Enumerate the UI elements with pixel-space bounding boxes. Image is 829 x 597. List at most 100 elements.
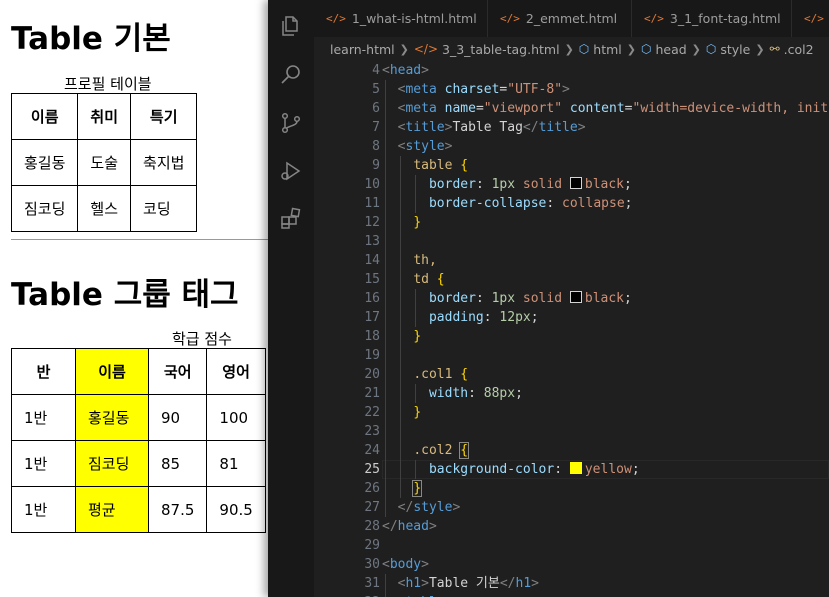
profile-header-cell: 이름: [10, 93, 79, 140]
code-line: .col2 {: [382, 441, 829, 460]
score-cell: 90: [147, 394, 208, 441]
run-debug-icon[interactable]: [278, 158, 304, 184]
tab-label: 1_what-is-html.html: [351, 11, 477, 26]
line-number: 15: [364, 272, 380, 287]
line-number: 28: [364, 519, 380, 534]
activity-bar: [268, 0, 314, 597]
code-line: }: [382, 479, 829, 498]
line-number: 12: [364, 215, 380, 230]
code-line: }: [382, 213, 829, 232]
tab-label: 2_emmet.html: [525, 11, 618, 26]
html-file-icon: </>: [804, 12, 824, 25]
profile-cell: 도술: [77, 139, 132, 186]
line-number: 22: [364, 405, 380, 420]
profile-header-cell: 특기: [130, 93, 198, 140]
code-line: table {: [382, 156, 829, 175]
code-line: <h1>Table 기본</h1>: [382, 574, 829, 593]
editor-tab[interactable]: </> 2_emmet.html: [488, 0, 632, 37]
score-header-cell-highlighted: 이름: [75, 348, 149, 395]
code-line: }: [382, 403, 829, 422]
profile-cell: 짐코딩: [10, 185, 79, 232]
line-number: 5: [372, 82, 380, 97]
browser-preview: Table 기본 프로필 테이블 이름 취미 특기 홍길동 도술 축지법 짐코딩…: [0, 0, 268, 597]
heading-table-group: Table 그룹 태그: [11, 277, 239, 313]
horizontal-rule: [11, 239, 268, 240]
code-line: border: 1px solid black;: [382, 175, 829, 194]
line-number: 8: [372, 139, 380, 154]
breadcrumb-item[interactable]: learn-html: [330, 42, 395, 57]
line-number: 18: [364, 329, 380, 344]
chevron-right-icon: ❯: [626, 42, 636, 56]
score-cell-highlighted: 짐코딩: [75, 440, 149, 487]
line-number-active: 25: [364, 462, 380, 477]
code-line: <meta charset="UTF-8">: [382, 80, 829, 99]
table-row: 1반 평균 87.5 90.5: [11, 486, 266, 533]
score-cell: 85: [147, 440, 208, 487]
code-line: [382, 346, 829, 365]
score-header-cell: 국어: [147, 348, 208, 395]
profile-cell: 헬스: [77, 185, 132, 232]
line-number: 26: [364, 481, 380, 496]
heading-table-basic: Table 기본: [11, 21, 171, 57]
score-cell: 1반: [11, 394, 76, 441]
color-swatch-yellow[interactable]: [569, 462, 582, 474]
line-number: 6: [372, 101, 380, 116]
code-line: .col1 {: [382, 365, 829, 384]
code-line: <meta name="viewport" content="width=dev…: [382, 99, 829, 118]
profile-table: 이름 취미 특기 홍길동 도술 축지법 짐코딩 헬스 코딩: [10, 93, 198, 232]
code-line: th,: [382, 251, 829, 270]
table-row: 짐코딩 헬스 코딩: [10, 185, 198, 232]
line-number: 31: [364, 576, 380, 591]
profile-table-caption: 프로필 테이블: [64, 75, 152, 93]
element-icon: ⬡: [578, 42, 590, 56]
color-swatch-black[interactable]: [569, 177, 582, 189]
profile-cell: 코딩: [130, 185, 198, 232]
breadcrumb-item[interactable]: style: [720, 42, 750, 57]
code-line-active: background-color: yellow;: [382, 460, 829, 479]
element-icon: ⬡: [705, 42, 717, 56]
breadcrumb-item[interactable]: html: [593, 42, 621, 57]
line-number: 30: [364, 557, 380, 572]
breadcrumb: learn-html ❯ </> 3_3_table-tag.html ❯ ⬡ …: [314, 37, 829, 61]
explorer-icon[interactable]: [278, 13, 304, 39]
profile-cell: 축지법: [130, 139, 198, 186]
line-number: 17: [364, 310, 380, 325]
code-line: <head>: [382, 63, 429, 78]
profile-cell: 홍길동: [10, 139, 79, 186]
breadcrumb-item[interactable]: .col2: [784, 42, 814, 57]
html-file-icon: </>: [644, 12, 664, 25]
extensions-icon[interactable]: [278, 206, 304, 232]
code-line: width: 88px;: [382, 384, 829, 403]
score-header-cell: 반: [11, 348, 76, 395]
code-line: [382, 232, 829, 251]
table-row: 이름 취미 특기: [10, 93, 198, 140]
source-control-icon[interactable]: [278, 110, 304, 136]
code-editor[interactable]: 4 5 6 7 8 9 10 11 12 13 14 15 16 17 18 1…: [314, 61, 829, 597]
search-icon[interactable]: [278, 61, 304, 87]
editor-tab-overflow[interactable]: </>: [792, 0, 829, 37]
code-line: <style>: [382, 137, 829, 156]
line-number: 29: [364, 538, 380, 553]
html-file-icon: </>: [500, 12, 520, 25]
breadcrumb-item[interactable]: 3_3_table-tag.html: [442, 42, 560, 57]
code-line: <body>: [382, 557, 429, 572]
chevron-right-icon: ❯: [564, 42, 574, 56]
table-row: 홍길동 도술 축지법: [10, 139, 198, 186]
code-line: <title>Table Tag</title>: [382, 118, 829, 137]
breadcrumb-item[interactable]: head: [655, 42, 686, 57]
line-number: 32: [314, 593, 380, 597]
score-cell: 90.5: [206, 486, 266, 533]
table-row: 1반 홍길동 90 100: [11, 394, 266, 441]
html-file-icon: </>: [413, 42, 439, 56]
html-file-icon: </>: [326, 12, 346, 25]
line-number: 27: [364, 500, 380, 515]
editor-tab[interactable]: </> 1_what-is-html.html: [314, 0, 488, 37]
code-line: <table>: [382, 593, 829, 597]
editor-tab[interactable]: </> 3_1_font-tag.html: [632, 0, 792, 37]
line-number: 14: [364, 253, 380, 268]
profile-header-cell: 취미: [77, 93, 132, 140]
color-swatch-black[interactable]: [569, 291, 582, 303]
line-number: 19: [364, 348, 380, 363]
score-header-cell: 영어: [206, 348, 266, 395]
line-number: 13: [364, 234, 380, 249]
